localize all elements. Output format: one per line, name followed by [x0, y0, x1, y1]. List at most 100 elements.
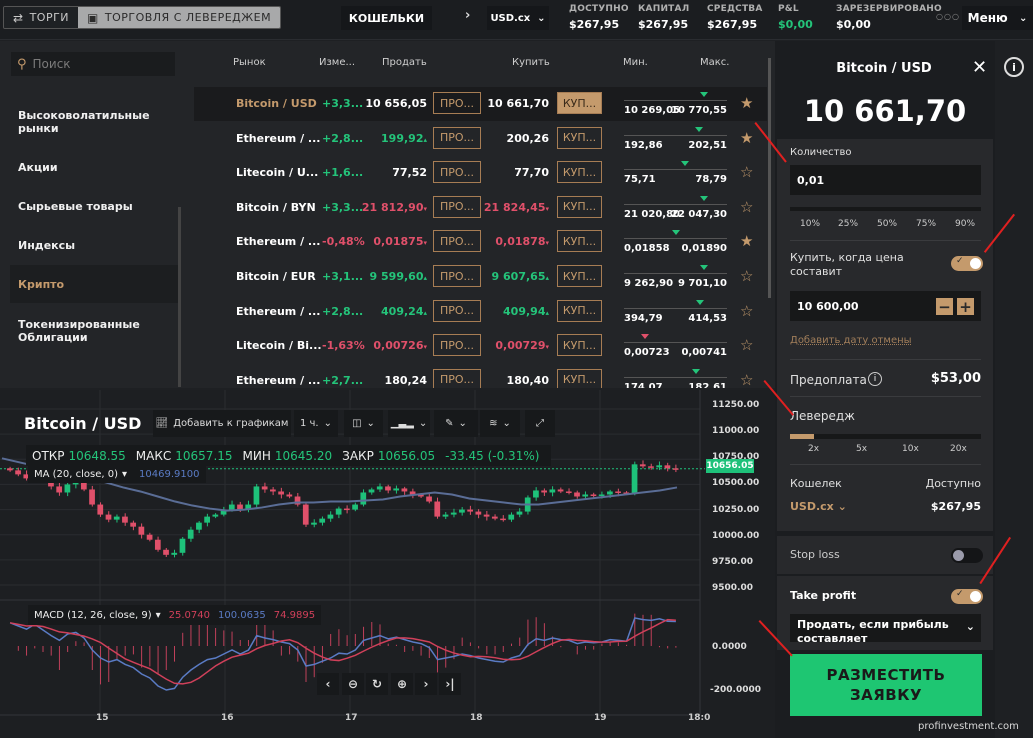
- wallets-button[interactable]: КОШЕЛЬКИ: [341, 6, 432, 30]
- close-icon[interactable]: ✕: [972, 57, 987, 78]
- market-row[interactable]: Litecoin / U... +1,6... 77,52 ПРО... 77,…: [194, 156, 767, 190]
- more-icon[interactable]: ○○○: [936, 12, 960, 21]
- indicators-select[interactable]: ▁▃▂ ⌄: [388, 410, 430, 437]
- go-to-latest-button[interactable]: ›|: [439, 673, 461, 695]
- market-row[interactable]: Litecoin / Bi... -1,63% 0,00726▾ ПРО... …: [194, 329, 767, 363]
- star-filled-icon[interactable]: ★: [740, 232, 753, 250]
- sell-button[interactable]: ПРО...: [433, 334, 481, 357]
- increment-button[interactable]: +: [957, 298, 974, 316]
- market-row[interactable]: Ethereum / ... +2,7... 180,24 ПРО... 180…: [194, 364, 767, 388]
- price-chart[interactable]: Bitcoin / USD 📈︎ Добавить к графикам 1 ч.…: [0, 390, 775, 738]
- add-to-charts-button[interactable]: 📈︎ Добавить к графикам: [153, 410, 291, 437]
- chevron-right-icon[interactable]: ›: [465, 8, 470, 23]
- leverage-5x[interactable]: 5x: [856, 444, 867, 454]
- buy-button[interactable]: КУП...: [557, 92, 602, 114]
- market-row[interactable]: Bitcoin / BYN +3,3... 21 812,90▾ ПРО... …: [194, 191, 767, 225]
- category-crypto[interactable]: Крипто: [10, 265, 178, 303]
- sidebar-scrollbar[interactable]: [178, 207, 181, 387]
- star-outline-icon[interactable]: ☆: [740, 302, 753, 320]
- col-market[interactable]: Рынок: [233, 57, 266, 68]
- reset-button[interactable]: ↻: [366, 673, 388, 695]
- buy-button[interactable]: КУП...: [557, 195, 602, 218]
- tab-trade[interactable]: ⇄ ТОРГИ: [4, 7, 79, 28]
- tab-leverage-trading[interactable]: ▣ ТОРГОВЛЯ С ЛЕВЕРЕДЖЕМ: [78, 7, 281, 28]
- scroll-left-button[interactable]: ‹: [317, 673, 339, 695]
- sell-button[interactable]: ПРО...: [433, 92, 481, 114]
- quantity-slider[interactable]: [790, 207, 981, 211]
- star-outline-icon[interactable]: ☆: [740, 336, 753, 354]
- col-change[interactable]: Изме...: [319, 57, 355, 68]
- quantity-input[interactable]: 0,01: [790, 165, 981, 195]
- limit-toggle[interactable]: ✓: [951, 256, 983, 271]
- leverage-2x[interactable]: 2x: [808, 444, 819, 454]
- category-indices[interactable]: Индексы: [10, 227, 178, 263]
- leverage-slider[interactable]: [790, 434, 981, 439]
- market-row[interactable]: Bitcoin / EUR +3,1... 9 599,60▴ ПРО... 9…: [194, 260, 767, 294]
- star-outline-icon[interactable]: ☆: [740, 371, 753, 388]
- market-row[interactable]: Ethereum / ... +2,8... 409,24▴ ПРО... 40…: [194, 295, 767, 329]
- scroll-right-button[interactable]: ›: [415, 673, 437, 695]
- market-row[interactable]: Bitcoin / USD +3,3... 10 656,05 ПРО... 1…: [194, 87, 767, 121]
- col-min[interactable]: Мин.: [623, 57, 648, 68]
- category-high-volatility[interactable]: Высоковолатильные рынки: [10, 103, 178, 141]
- col-max[interactable]: Макс.: [700, 57, 729, 68]
- take-profit-toggle[interactable]: ✓: [951, 589, 983, 604]
- search-input[interactable]: ⚲ Поиск: [11, 52, 175, 76]
- info-icon[interactable]: i: [1004, 57, 1024, 77]
- stop-loss-toggle[interactable]: [951, 548, 983, 563]
- category-commodities[interactable]: Сырьевые товары: [10, 188, 178, 224]
- col-sell[interactable]: Продать: [382, 57, 427, 68]
- wallet-select[interactable]: USD.cx ⌄: [790, 500, 847, 513]
- drawing-tools-select[interactable]: ✎ ⌄: [434, 410, 478, 437]
- market-row[interactable]: Ethereum / ... +2,8... 199,92▴ ПРО... 20…: [194, 122, 767, 156]
- sell-button[interactable]: ПРО...: [433, 195, 481, 218]
- leverage-20x[interactable]: 20x: [950, 444, 967, 454]
- category-stocks[interactable]: Акции: [10, 149, 178, 185]
- currency-select[interactable]: USD.cx ⌄: [487, 6, 549, 30]
- fullscreen-button[interactable]: ⤢: [525, 410, 555, 437]
- buy-button[interactable]: КУП...: [557, 126, 602, 149]
- menu-button[interactable]: Меню ⌄: [962, 6, 1033, 30]
- sell-button[interactable]: ПРО...: [433, 161, 481, 184]
- layers-select[interactable]: ≋ ⌄: [480, 410, 520, 437]
- limit-price-input[interactable]: 10 600,00 − +: [790, 291, 981, 321]
- sell-button[interactable]: ПРО...: [433, 265, 481, 287]
- market-scrollbar[interactable]: [768, 58, 771, 298]
- candle-type-select[interactable]: ◫ ⌄: [344, 410, 383, 437]
- pct-50[interactable]: 50%: [877, 219, 897, 229]
- star-outline-icon[interactable]: ☆: [740, 267, 753, 285]
- pct-75[interactable]: 75%: [916, 219, 936, 229]
- pct-90[interactable]: 90%: [955, 219, 975, 229]
- star-outline-icon[interactable]: ☆: [740, 163, 753, 181]
- pct-25[interactable]: 25%: [838, 219, 858, 229]
- zoom-out-button[interactable]: ⊖: [342, 673, 364, 695]
- category-tokenized-bonds[interactable]: Токенизированные Облигации: [10, 311, 160, 351]
- sell-button[interactable]: ПРО...: [433, 368, 481, 388]
- zoom-in-button[interactable]: ⊕: [391, 673, 413, 695]
- ma-indicator-label[interactable]: MA (20, close, 0) ▾ 10469.9100: [28, 466, 206, 483]
- info-icon[interactable]: i: [868, 372, 882, 386]
- macd-indicator-label[interactable]: MACD (12, 26, close, 9) ▾ 25.0740 100.0635 7…: [28, 605, 322, 625]
- buy-button[interactable]: КУП...: [557, 368, 602, 388]
- market-row[interactable]: Ethereum / ... -0,48% 0,01875▾ ПРО... 0,…: [194, 225, 767, 259]
- sell-button[interactable]: ПРО...: [433, 299, 481, 322]
- sell-button[interactable]: ПРО...: [433, 126, 481, 149]
- decrement-button[interactable]: −: [936, 298, 953, 316]
- buy-button[interactable]: КУП...: [557, 334, 602, 357]
- buy-button[interactable]: КУП...: [557, 299, 602, 322]
- pct-10[interactable]: 10%: [800, 219, 820, 229]
- star-filled-icon[interactable]: ★: [740, 129, 753, 147]
- buy-button[interactable]: КУП...: [557, 230, 602, 253]
- interval-select[interactable]: 1 ч. ⌄: [294, 410, 338, 437]
- candle-body: [56, 486, 63, 493]
- take-profit-select[interactable]: Продать, если прибыль составляет ⌄: [790, 614, 981, 642]
- buy-button[interactable]: КУП...: [557, 161, 602, 184]
- sell-button[interactable]: ПРО...: [433, 230, 481, 253]
- place-order-button[interactable]: РАЗМЕСТИТЬ ЗАЯВКУ: [790, 654, 982, 716]
- star-filled-icon[interactable]: ★: [740, 94, 753, 112]
- buy-button[interactable]: КУП...: [557, 265, 602, 287]
- col-buy[interactable]: Купить: [512, 57, 550, 68]
- star-outline-icon[interactable]: ☆: [740, 198, 753, 216]
- add-cancel-date-link[interactable]: Добавить дату отмены: [790, 335, 912, 346]
- leverage-10x[interactable]: 10x: [902, 444, 919, 454]
